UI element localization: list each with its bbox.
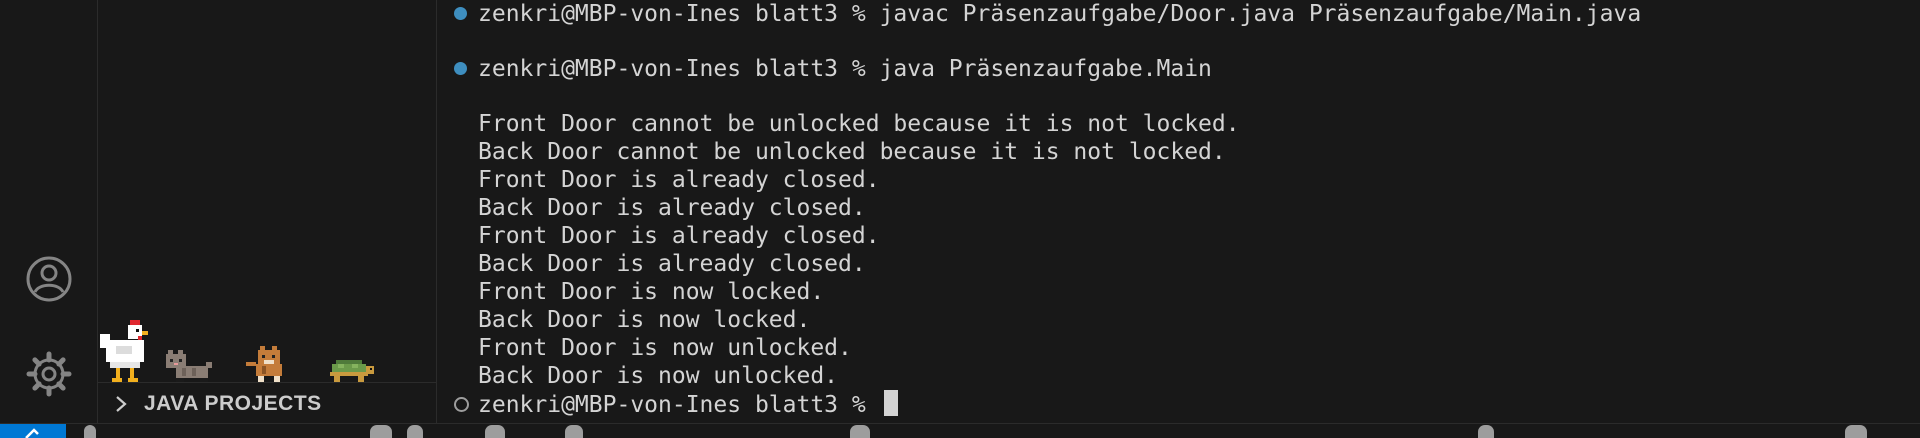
status-bar [0,423,1920,438]
activity-bar [0,0,98,423]
turtle-pet-icon[interactable] [328,358,376,382]
command-success-decoration[interactable] [454,62,467,75]
command-pending-decoration[interactable] [454,397,469,412]
terminal-panel[interactable]: zenkri@MBP-von-Ines blatt3 % javac Präse… [437,0,1920,423]
account-icon[interactable] [22,252,76,306]
status-item[interactable] [84,425,96,438]
gear-icon[interactable] [22,347,76,401]
status-item[interactable] [1478,425,1494,438]
terminal-output-line: Front Door is now locked. [478,279,825,305]
terminal-output-line: Back Door is already closed. [478,251,866,277]
terminal-output-line: Front Door is now unlocked. [478,335,852,361]
sidebar: JAVA PROJECTS [98,0,437,423]
terminal-output-line: Front Door cannot be unlocked because it… [478,111,1240,137]
terminal-command-line: zenkri@MBP-von-Ines blatt3 % java Präsen… [478,56,1212,82]
chicken-pet-icon[interactable] [100,320,150,382]
status-item[interactable] [485,425,505,438]
status-item[interactable] [850,425,870,438]
java-projects-section-header[interactable]: JAVA PROJECTS [98,382,436,424]
cat-pet-icon[interactable] [164,350,214,382]
terminal-output-line: Back Door is now locked. [478,307,811,333]
chevron-right-icon [110,393,132,415]
terminal-output-line: Front Door is already closed. [478,167,880,193]
terminal-output-line: Back Door is already closed. [478,195,866,221]
remote-icon[interactable] [0,424,66,438]
pets-panel [98,310,436,382]
terminal-output-line: Back Door is now unlocked. [478,363,839,389]
status-item[interactable] [370,425,392,438]
terminal-prompt-line[interactable]: zenkri@MBP-von-Ines blatt3 % [478,390,898,418]
status-item[interactable] [407,425,423,438]
status-item[interactable] [1845,425,1867,438]
section-title: JAVA PROJECTS [144,391,322,415]
terminal-cursor [883,390,898,416]
command-success-decoration[interactable] [454,7,467,20]
cat-pet-icon[interactable] [246,346,288,382]
terminal-output-line: Front Door is already closed. [478,223,880,249]
terminal-command-line: zenkri@MBP-von-Ines blatt3 % javac Präse… [478,1,1642,27]
terminal-prompt: zenkri@MBP-von-Ines blatt3 % [478,392,880,418]
terminal-output-line: Back Door cannot be unlocked because it … [478,139,1226,165]
status-item[interactable] [565,425,583,438]
